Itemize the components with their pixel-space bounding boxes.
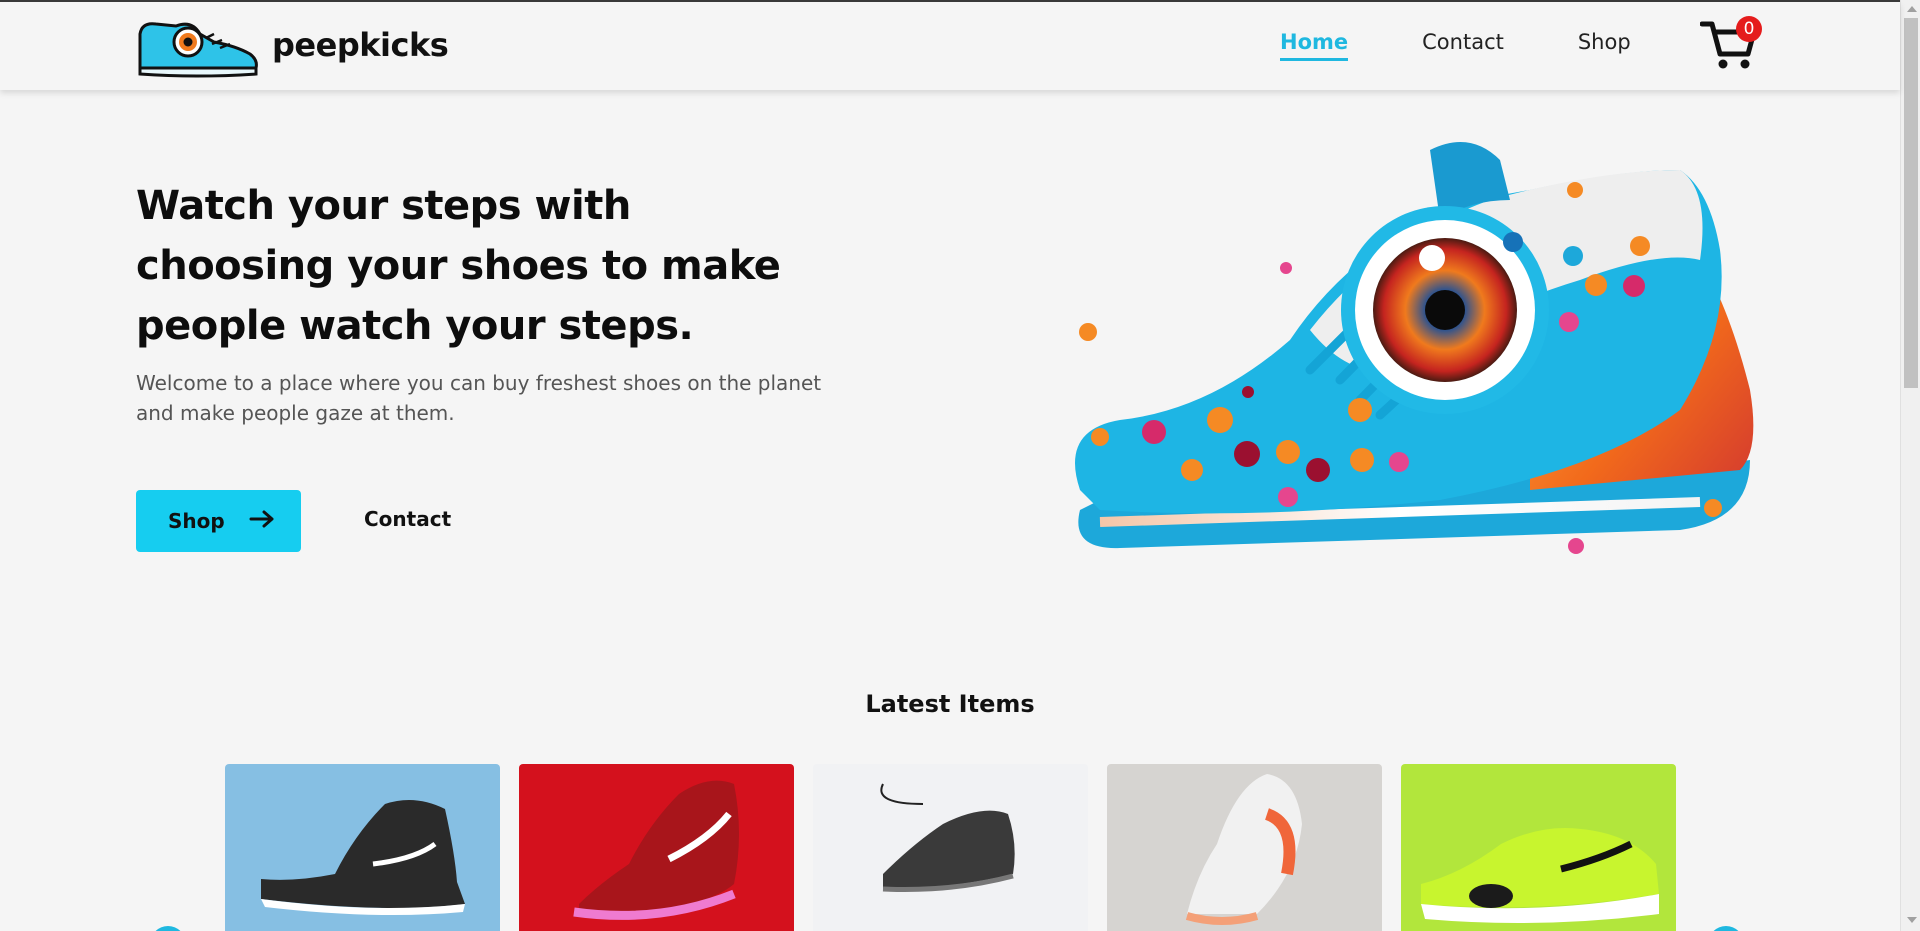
nav-home[interactable]: Home	[1280, 30, 1349, 61]
scroll-down-icon[interactable]	[1907, 917, 1917, 923]
carousel-prev-button[interactable]	[150, 926, 186, 931]
shop-button[interactable]: Shop	[136, 490, 301, 552]
product-card[interactable]	[1401, 764, 1676, 931]
nav-contact[interactable]: Contact	[1422, 30, 1504, 61]
nav-shop[interactable]: Shop	[1578, 30, 1631, 61]
hero-sneaker-eye-illustration	[1075, 142, 1754, 554]
product-card[interactable]	[225, 764, 500, 931]
hero-title: Watch your steps with choosing your shoe…	[136, 183, 781, 349]
page-scrollbar[interactable]	[1900, 0, 1920, 931]
scrollbar-thumb[interactable]	[1904, 18, 1918, 388]
cart-button[interactable]: 0	[1699, 16, 1762, 72]
site-header: peepkicks Home Contact Shop 0	[0, 2, 1900, 90]
latest-items-title: Latest Items	[865, 690, 1035, 718]
hero-subtitle: Welcome to a place where you can buy fre…	[136, 371, 822, 425]
main-nav: Home Contact Shop	[1280, 30, 1705, 61]
shop-button-label: Shop	[168, 509, 225, 533]
product-card[interactable]	[1107, 764, 1382, 931]
latest-items-carousel	[225, 764, 1695, 931]
brand-name: peepkicks	[272, 26, 449, 64]
product-card[interactable]	[813, 764, 1088, 931]
contact-button[interactable]: Contact	[364, 507, 451, 531]
carousel-next-button[interactable]	[1708, 926, 1744, 931]
product-card[interactable]	[519, 764, 794, 931]
eye-sneaker-logo-icon	[138, 22, 258, 78]
scroll-up-icon[interactable]	[1907, 6, 1917, 12]
brand-logo[interactable]: peepkicks	[136, 12, 449, 78]
arrow-right-icon	[249, 509, 275, 534]
cart-count-badge: 0	[1736, 16, 1762, 42]
